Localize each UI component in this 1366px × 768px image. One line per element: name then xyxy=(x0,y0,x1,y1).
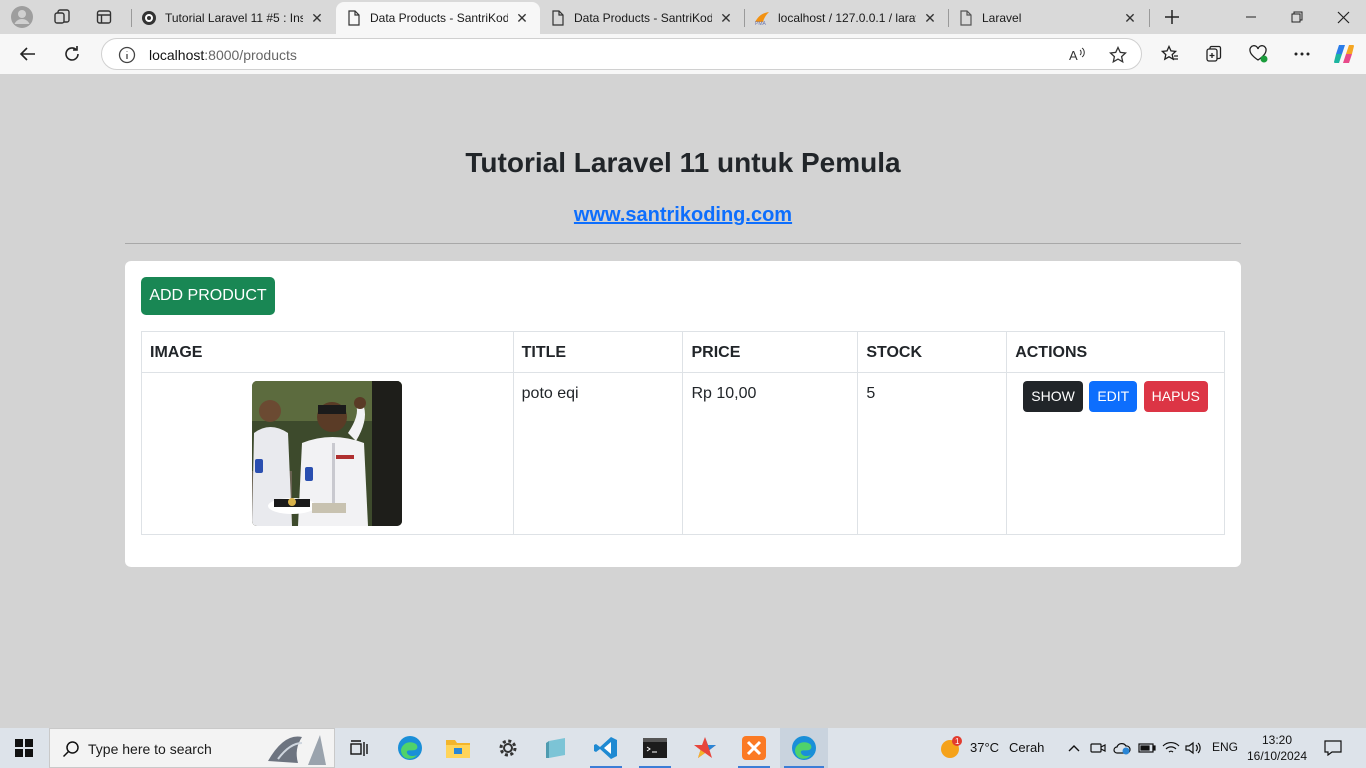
page-title: Tutorial Laravel 11 untuk Pemula xyxy=(465,147,901,178)
browser-toolbar: localhost:8000/products A xyxy=(0,34,1366,74)
more-menu-icon[interactable] xyxy=(1287,39,1317,69)
tab-title: Data Products - SantriKoding xyxy=(370,11,508,25)
favorite-star-icon[interactable] xyxy=(1108,45,1128,65)
refresh-icon[interactable] xyxy=(57,39,87,69)
close-tab-icon[interactable]: ✕ xyxy=(1122,10,1138,27)
column-header-title: TITLE xyxy=(512,331,684,373)
profile-avatar-icon[interactable] xyxy=(9,4,35,30)
task-view-icon[interactable] xyxy=(340,728,380,768)
product-photo xyxy=(252,381,403,526)
browser-tab-strip: Tutorial Laravel 11 #5 : Insert ✕ Data P… xyxy=(0,0,1366,34)
edit-button[interactable]: EDIT xyxy=(1089,381,1138,412)
close-tab-icon[interactable]: ✕ xyxy=(309,10,325,27)
clock-date: 16/10/2024 xyxy=(1246,749,1308,763)
svg-text:1: 1 xyxy=(955,737,960,746)
xampp-icon[interactable] xyxy=(734,728,774,768)
table-header-row: IMAGE TITLE PRICE STOCK ACTIONS xyxy=(141,331,1225,373)
github-icon xyxy=(141,10,157,26)
column-header-stock: STOCK xyxy=(857,331,1008,373)
search-icon xyxy=(62,740,80,763)
tab-phpmyadmin[interactable]: PMA localhost / 127.0.0.1 / laravel ✕ xyxy=(744,2,948,34)
page-icon xyxy=(958,10,974,26)
vscode-icon[interactable] xyxy=(586,728,626,768)
search-placeholder: Type here to search xyxy=(88,741,212,757)
windows-start-icon[interactable] xyxy=(0,728,48,768)
notes-app-icon[interactable] xyxy=(537,728,577,768)
clock-time: 13:20 xyxy=(1261,733,1293,747)
workspaces-icon[interactable] xyxy=(49,4,75,30)
battery-icon[interactable] xyxy=(1136,728,1158,768)
tab-title: Tutorial Laravel 11 #5 : Insert xyxy=(165,11,303,25)
file-explorer-icon[interactable] xyxy=(438,728,478,768)
product-price-cell: Rp 10,00 xyxy=(682,372,859,535)
tab-laravel[interactable]: Laravel ✕ xyxy=(948,2,1148,34)
divider xyxy=(125,243,1241,244)
favorites-icon[interactable] xyxy=(1155,39,1185,69)
phpmyadmin-icon: PMA xyxy=(754,10,770,26)
close-tab-icon[interactable]: ✕ xyxy=(922,10,938,27)
search-highlight-icon xyxy=(264,731,330,768)
new-tab-icon[interactable] xyxy=(1159,4,1185,30)
language-indicator[interactable]: ENG xyxy=(1212,740,1238,754)
tab-data-products-active[interactable]: Data Products - SantriKoding ✕ xyxy=(336,2,540,34)
edge-browser-active-icon[interactable] xyxy=(780,728,828,768)
tab-title: Laravel xyxy=(982,11,1022,25)
minimize-icon[interactable] xyxy=(1228,0,1274,34)
add-product-button[interactable]: ADD PRODUCT xyxy=(141,277,275,315)
edge-browser-icon[interactable] xyxy=(390,728,430,768)
volume-icon[interactable] xyxy=(1183,728,1205,768)
column-header-price: PRICE xyxy=(682,331,859,373)
page-icon xyxy=(346,10,362,26)
delete-button[interactable]: HAPUS xyxy=(1143,381,1208,412)
restore-icon[interactable] xyxy=(1274,0,1320,34)
taskbar-search-box[interactable]: Type here to search xyxy=(49,728,335,768)
system-clock[interactable]: 13:20 16/10/2024 xyxy=(1240,732,1314,764)
product-actions-cell: SHOW EDIT HAPUS xyxy=(1006,372,1225,535)
site-link[interactable]: www.santrikoding.com xyxy=(4,204,1362,227)
tab-data-products[interactable]: Data Products - SantriKoding ✕ xyxy=(540,2,744,34)
product-stock-cell: 5 xyxy=(857,372,1008,535)
notification-center-icon[interactable] xyxy=(1318,728,1348,768)
copilot-icon[interactable] xyxy=(1329,39,1359,69)
tab-actions-icon[interactable] xyxy=(91,4,117,30)
address-bar[interactable]: localhost:8000/products A xyxy=(101,38,1142,70)
onedrive-icon[interactable] xyxy=(1111,728,1133,768)
url-text: localhost:8000/products xyxy=(149,47,297,63)
products-card: ADD PRODUCT IMAGE TITLE PRICE STOCK ACTI… xyxy=(125,261,1241,567)
back-arrow-icon[interactable] xyxy=(13,39,43,69)
tab-tutorial-laravel[interactable]: Tutorial Laravel 11 #5 : Insert ✕ xyxy=(131,2,335,34)
show-hidden-icons-chevron-icon[interactable] xyxy=(1064,728,1084,768)
close-window-icon[interactable] xyxy=(1320,0,1366,34)
product-image-cell xyxy=(141,372,514,535)
settings-gear-icon[interactable] xyxy=(488,728,528,768)
close-tab-icon[interactable]: ✕ xyxy=(718,10,734,27)
tab-title: localhost / 127.0.0.1 / laravel xyxy=(778,11,916,25)
site-info-icon[interactable] xyxy=(118,46,136,64)
windows-taskbar: Type here to search 1 37°C Cerah ENG 13:… xyxy=(0,728,1366,768)
column-header-actions: ACTIONS xyxy=(1006,331,1225,373)
terminal-icon[interactable] xyxy=(635,728,675,768)
collections-icon[interactable] xyxy=(1199,39,1229,69)
product-title-cell: poto eqi xyxy=(512,372,684,535)
tab-title: Data Products - SantriKoding xyxy=(574,11,712,25)
page-icon xyxy=(550,10,566,26)
meet-now-icon[interactable] xyxy=(1088,728,1108,768)
weather-description: Cerah xyxy=(1009,740,1045,755)
browser-essentials-icon[interactable] xyxy=(1243,39,1273,69)
page-viewport: Tutorial Laravel 11 untuk Pemula www.san… xyxy=(4,74,1362,724)
star-app-icon[interactable] xyxy=(685,728,725,768)
close-tab-icon[interactable]: ✕ xyxy=(514,10,530,27)
column-header-image: IMAGE xyxy=(141,331,514,373)
weather-sun-icon[interactable]: 1 xyxy=(938,728,964,768)
svg-text:PMA: PMA xyxy=(755,21,767,26)
show-button[interactable]: SHOW xyxy=(1023,381,1083,412)
weather-temperature: 37°C xyxy=(970,740,1000,755)
table-row: poto eqi Rp 10,00 5 SHOW EDIT HAPUS xyxy=(141,372,1225,535)
wifi-icon[interactable] xyxy=(1160,728,1182,768)
products-table: IMAGE TITLE PRICE STOCK ACTIONS poto eqi… xyxy=(141,331,1225,535)
svg-text:A: A xyxy=(1069,48,1078,63)
read-aloud-icon[interactable]: A xyxy=(1068,45,1088,65)
